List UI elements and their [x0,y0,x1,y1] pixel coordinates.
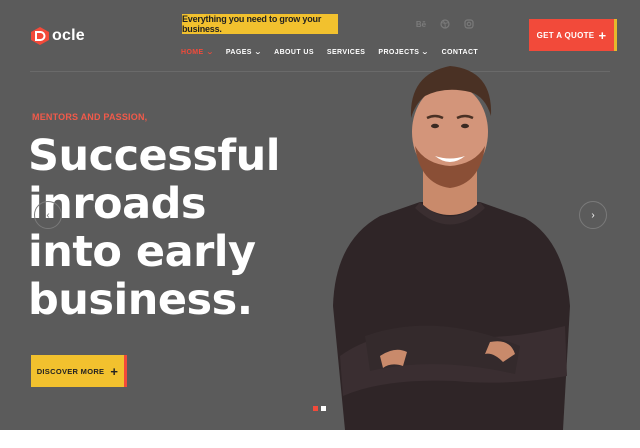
plus-icon: + [110,363,119,379]
nav-item-label: ABOUT US [274,48,314,56]
get-a-quote-label: GET A QUOTE [536,30,595,40]
behance-icon[interactable]: Bē [415,18,427,30]
slider-pagination [313,406,326,411]
nav-item-contact[interactable]: CONTACT [442,49,479,56]
logo[interactable]: ocle [30,26,85,46]
page-bottom-strip [0,430,640,448]
nav-item-label: SERVICES [326,48,366,56]
nav-item-label: HOME [181,48,204,56]
nav-item-label: CONTACT [441,48,479,56]
chevron-down-icon: ⌄ [205,49,215,56]
headline-line: into early [28,227,256,277]
hero-headline: Successful inroads into early business. [28,132,280,324]
hero-section: ocle Everything you need to grow your bu… [0,0,640,430]
headline-line: business. [28,275,253,325]
social-links: Bē [415,18,475,30]
chevron-down-icon: ⌄ [421,49,430,56]
slider-dot-active[interactable] [313,406,318,411]
chevron-left-icon: ‹ [46,209,50,221]
slider-dot[interactable] [321,406,326,411]
nav-item-services[interactable]: SERVICES [327,49,365,56]
tagline-banner: Everything you need to grow your busines… [182,14,338,34]
nav-item-label: PROJECTS [378,48,420,56]
slider-prev-button[interactable]: ‹ [34,201,62,229]
nav-item-label: PAGES [225,48,252,56]
hero-person-image [333,66,570,430]
chevron-right-icon: › [591,209,595,221]
discover-more-label: DISCOVER MORE [36,366,105,376]
slider-next-button[interactable]: › [579,201,607,229]
instagram-icon[interactable] [463,18,475,30]
headline-line: inroads [28,179,206,229]
nav-item-home[interactable]: HOME ⌄ [181,48,215,57]
dribbble-icon[interactable] [439,18,451,30]
get-a-quote-button[interactable]: GET A QUOTE + [529,19,617,51]
nav-item-pages[interactable]: PAGES ⌄ [225,48,263,57]
main-nav: HOME ⌄ PAGES ⌄ ABOUT US SERVICES PROJECT… [181,48,479,57]
headline-line: Successful [28,131,280,181]
discover-more-button[interactable]: DISCOVER MORE + [31,355,127,387]
logo-mark-icon [31,27,49,45]
hero-kicker: MENTORS AND PASSION, [32,112,148,122]
plus-icon: + [598,27,607,43]
nav-item-about-us[interactable]: ABOUT US [274,49,314,56]
nav-item-projects[interactable]: PROJECTS ⌄ [378,48,430,57]
brand-name: ocle [52,27,85,44]
chevron-down-icon: ⌄ [253,49,263,56]
